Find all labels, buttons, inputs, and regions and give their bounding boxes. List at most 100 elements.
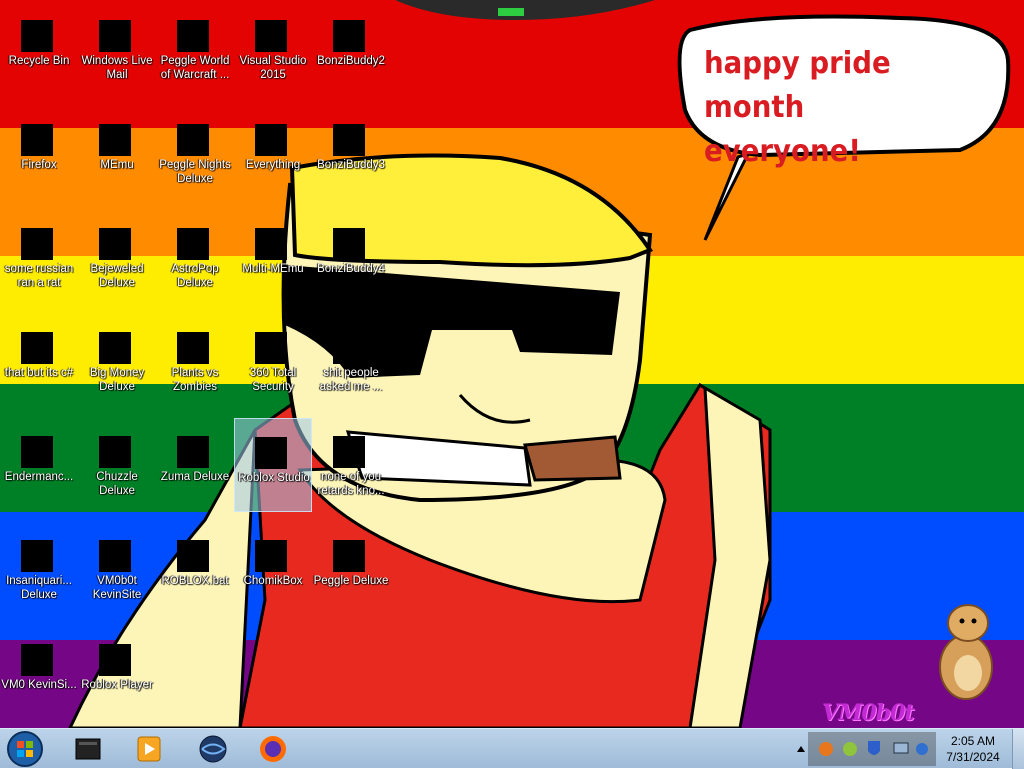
desktop-icon-label: VM0b0t KevinSite [92, 575, 142, 601]
desktop-icon[interactable]: BonziBuddy4 [312, 210, 390, 304]
desktop-icon-label: Roblox Player [81, 679, 153, 691]
censor-mask [21, 436, 53, 468]
insaniquarium-icon [15, 524, 63, 572]
censor-mask [21, 540, 53, 572]
desktop-icon-label: Everything [245, 159, 301, 171]
censor-mask [99, 436, 131, 468]
clock[interactable]: 2:05 AM 7/31/2024 [940, 733, 1006, 765]
censor-mask [255, 540, 287, 572]
desktop-icon[interactable]: VM0 KevinSi... [0, 626, 78, 720]
desktop-icon[interactable]: Roblox Studio [234, 418, 312, 512]
terminal-icon [15, 420, 63, 468]
mail-icon [93, 4, 141, 52]
desktop-icon[interactable]: Multi-MEmu [234, 210, 312, 304]
censor-mask [255, 20, 287, 52]
desktop-icon[interactable]: Firefox [0, 106, 78, 200]
desktop-icon[interactable]: Big Money Deluxe [78, 314, 156, 408]
censor-mask [99, 124, 131, 156]
pinned-firefox-icon[interactable] [250, 732, 296, 766]
desktop-icon[interactable]: shit people asked me ... [312, 314, 390, 408]
censor-mask [333, 436, 365, 468]
desktop-icon-label: Endermanc... [4, 471, 74, 483]
batch-file-icon [171, 524, 219, 572]
zuma-icon [171, 420, 219, 468]
desktop-icon[interactable]: Peggle Nights Deluxe [156, 106, 234, 200]
censor-mask [333, 332, 365, 364]
desktop-icon-label: that but its c# [4, 367, 74, 379]
desktop-icon[interactable]: ROBLOX.bat [156, 522, 234, 616]
recycle-bin-icon [15, 4, 63, 52]
folder-icon [327, 4, 375, 52]
desktop-icon-label: Peggle Nights Deluxe [159, 159, 231, 185]
desktop-icon[interactable]: Peggle Deluxe [312, 522, 390, 616]
peggle-icon [171, 4, 219, 52]
pinned-folder-icon[interactable] [66, 732, 112, 766]
censor-mask [177, 540, 209, 572]
censor-mask [177, 436, 209, 468]
censor-mask [177, 228, 209, 260]
censor-mask [177, 332, 209, 364]
censor-mask [333, 228, 365, 260]
desktop-icon[interactable]: some russian ran a rat [0, 210, 78, 304]
desktop-icon[interactable]: Plants vs Zombies [156, 314, 234, 408]
desktop-icon-label: Recycle Bin [8, 55, 70, 67]
tray-icons [797, 741, 928, 756]
desktop-icon[interactable]: BonziBuddy2 [312, 2, 390, 96]
desktop-icon[interactable]: ChomikBox [234, 522, 312, 616]
plants-icon [171, 316, 219, 364]
file-icon [15, 628, 63, 676]
pinned-media-player-icon[interactable] [126, 732, 172, 766]
desktop-icon[interactable]: MEmu [78, 106, 156, 200]
desktop-icon[interactable]: VM0b0t KevinSite [78, 522, 156, 616]
desktop-icon-label: Windows Live Mail [81, 55, 153, 81]
desktop-icon[interactable]: Bejeweled Deluxe [78, 210, 156, 304]
chomikbox-icon [249, 524, 297, 572]
desktop-icon-label: Roblox Studio [238, 472, 310, 484]
security-icon [249, 316, 297, 364]
desktop-icon[interactable]: Roblox Player [78, 626, 156, 720]
everything-icon [249, 108, 297, 156]
clock-time: 2:05 AM [950, 734, 996, 748]
show-desktop-button[interactable] [1012, 729, 1024, 769]
peggle-nights-icon [171, 108, 219, 156]
desktop-icon[interactable]: Chuzzle Deluxe [78, 418, 156, 512]
desktop-icon-label: Big Money Deluxe [89, 367, 145, 393]
desktop-icon-label: BonziBuddy4 [317, 263, 385, 275]
desktop-icon-label: ROBLOX.bat [161, 575, 229, 587]
desktop-icon[interactable]: AstroPop Deluxe [156, 210, 234, 304]
desktop-icon[interactable]: BonziBuddy3 [312, 106, 390, 200]
windows-stack-icon [15, 316, 63, 364]
desktop-icon-label: some russian ran a rat [4, 263, 74, 289]
desktop-icon[interactable]: Endermanc... [0, 418, 78, 512]
censor-mask [255, 124, 287, 156]
censor-mask [99, 332, 131, 364]
censor-mask [333, 20, 365, 52]
visual-studio-icon [249, 4, 297, 52]
desktop-icon[interactable]: Insaniquari... Deluxe [0, 522, 78, 616]
desktop-icon[interactable]: Visual Studio 2015 [234, 2, 312, 96]
folder-icon [327, 316, 375, 364]
clock-date: 7/31/2024 [946, 750, 1000, 764]
pinned-globe-icon[interactable] [190, 732, 236, 766]
desktop-icon-label: BonziBuddy3 [317, 159, 385, 171]
desktop-icon[interactable]: Zuma Deluxe [156, 418, 234, 512]
opera-icon [327, 420, 375, 468]
desktop-icon[interactable]: Windows Live Mail [78, 2, 156, 96]
censor-mask [21, 644, 53, 676]
desktop-icon[interactable]: Peggle World of Warcraft ... [156, 2, 234, 96]
desktop-icon[interactable]: 360 Total Security [234, 314, 312, 408]
artist-signature: VM0b0t [822, 700, 915, 726]
bejeweled-icon [93, 212, 141, 260]
desktop-icon[interactable]: Everything [234, 106, 312, 200]
censor-mask [255, 228, 287, 260]
censor-mask [177, 20, 209, 52]
desktop-icon[interactable]: none of you retards kno... [312, 418, 390, 512]
firefox-icon [15, 108, 63, 156]
censor-mask [255, 332, 287, 364]
start-button[interactable] [4, 731, 46, 767]
desktop-icon-label: Multi-MEmu [242, 263, 304, 275]
censor-mask [99, 644, 131, 676]
desktop-icon[interactable]: that but its c# [0, 314, 78, 408]
desktop-icon[interactable]: Recycle Bin [0, 2, 78, 96]
memu-icon [93, 108, 141, 156]
